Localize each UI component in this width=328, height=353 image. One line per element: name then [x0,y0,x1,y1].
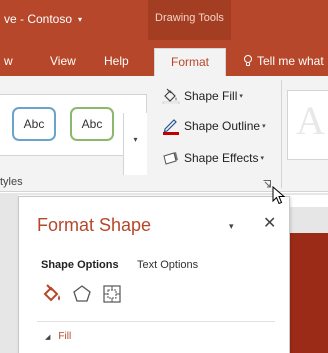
tab-format[interactable]: Format [154,48,226,76]
dropdown-arrow-icon: ▾ [260,155,265,162]
shape-styles-group-label: tyles [0,176,23,188]
title-bar: ve - Contoso ▾ Drawing Tools [0,0,328,40]
shape-styles-gallery: Abc Abc ▾ [0,94,147,175]
shape-fill-button[interactable]: Shape Fill ▾ [162,86,243,106]
pentagon-effects-icon[interactable] [71,283,93,305]
gallery-more-button[interactable]: ▾ [123,113,147,175]
mouse-cursor-icon [272,186,286,205]
size-properties-icon[interactable] [101,283,123,305]
fill-line-icon[interactable] [41,283,63,305]
dropdown-arrow-icon: ▾ [239,93,243,100]
pane-divider [37,321,275,322]
tab-format-label: Format [170,55,209,69]
style-swatch-green[interactable]: Abc [70,107,114,141]
shape-outline-label: Shape Outline [184,119,261,133]
dialog-launcher-icon[interactable] [263,180,271,188]
contextual-group-label: Drawing Tools [155,12,224,24]
pane-title: Format Shape [37,215,152,235]
ribbon-group-separator [281,80,282,188]
tell-me-box[interactable]: Tell me what [243,54,324,68]
tab-view[interactable]: View [50,54,76,68]
collapse-triangle-icon: ◢ [45,334,51,341]
chevron-down-icon: ▾ [133,135,138,144]
fill-section-label: Fill [58,331,72,342]
ribbon-tab-bar: w View Help Format Tell me what [0,40,328,76]
tab-review[interactable]: w [4,54,13,68]
tab-help[interactable]: Help [104,54,129,68]
format-shape-pane: Format Shape ▾ ✕ Shape Options Text Opti… [18,196,290,353]
tab-text-options[interactable]: Text Options [137,259,198,271]
pencil-outline-icon [163,119,179,135]
style-swatch-blue[interactable]: Abc [12,107,56,141]
fill-section-header[interactable]: ◢ Fill [45,331,71,342]
window-title[interactable]: ve - Contoso ▾ [4,12,82,26]
wordart-sample: A [296,98,325,143]
pane-options-button[interactable]: ▾ [229,221,234,232]
wordart-styles-gallery[interactable]: A [287,90,328,160]
paint-bucket-icon [162,88,180,104]
shape-outline-button[interactable]: Shape Outline ▾ [162,116,266,136]
close-icon[interactable]: ✕ [263,213,276,233]
lightbulb-icon [244,55,252,66]
shape-effects-icon [163,152,178,165]
window-title-label: ve - Contoso [4,12,73,26]
shape-fill-label: Shape Fill [184,89,238,103]
tell-me-label: Tell me what [257,54,324,68]
shape-effects-button[interactable]: Shape Effects ▾ [162,148,264,168]
contextual-tab-group: Drawing Tools [148,0,231,40]
ribbon: Abc Abc ▾ tyles Shape Fill ▾ Shape Outlin… [0,76,328,192]
shape-effects-label: Shape Effects [184,151,259,165]
title-dropdown-icon[interactable]: ▾ [78,15,82,24]
tab-shape-options[interactable]: Shape Options [41,259,119,271]
dropdown-arrow-icon: ▾ [262,123,266,130]
